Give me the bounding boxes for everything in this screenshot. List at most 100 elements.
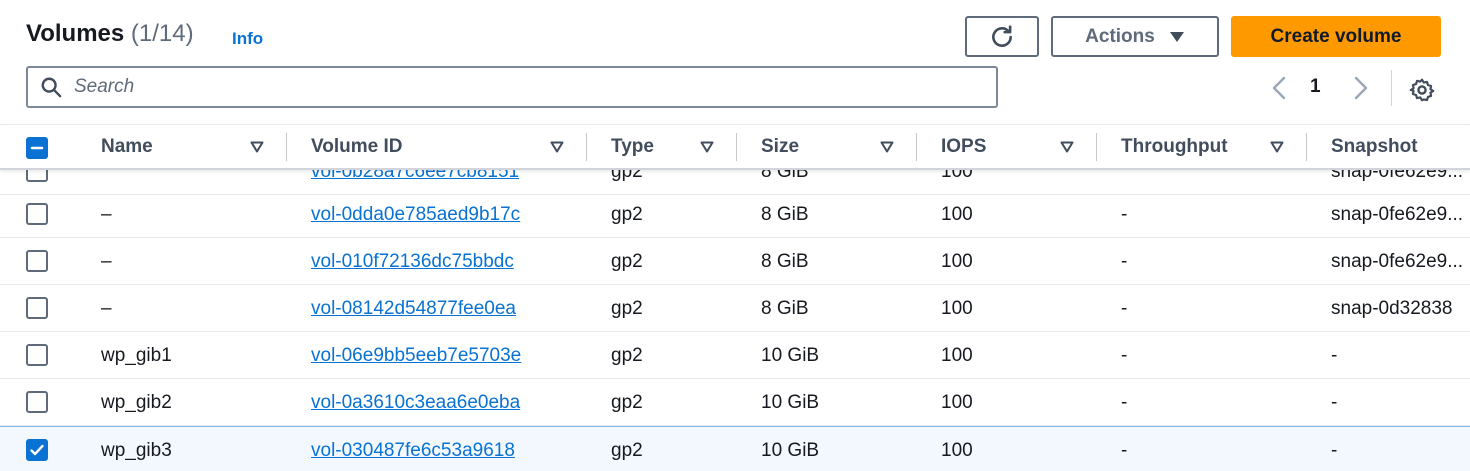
name-cell: wp_gib3 — [101, 439, 172, 461]
column-header-volume-id[interactable]: Volume ID — [311, 125, 403, 169]
search-input[interactable] — [74, 76, 954, 98]
column-header-name[interactable]: Name — [101, 125, 153, 169]
refresh-icon — [992, 24, 1012, 47]
refresh-button[interactable] — [965, 16, 1039, 57]
info-link[interactable]: Info — [232, 29, 263, 49]
size-cell: 10 GiB — [761, 344, 820, 366]
actions-dropdown-button[interactable]: Actions — [1051, 16, 1219, 57]
column-divider[interactable] — [736, 133, 737, 161]
caret-down-icon — [1169, 31, 1184, 42]
column-divider[interactable] — [1306, 133, 1307, 161]
search-box — [26, 66, 998, 108]
checkmark-icon — [30, 444, 44, 456]
row-checkbox[interactable] — [26, 203, 48, 225]
volume-id-cell[interactable]: vol-06e9bb5eeb7e5703e — [311, 332, 521, 379]
size-cell: 8 GiB — [761, 250, 809, 272]
table-row[interactable]: – vol-0dda0e785aed9b17c gp2 8 GiB 100 - … — [0, 191, 1470, 238]
previous-page-button[interactable] — [1268, 74, 1290, 102]
snapshot-cell: - — [1331, 344, 1338, 366]
table-row[interactable]: wp_gib1 vol-06e9bb5eeb7e5703e gp2 10 GiB… — [0, 332, 1470, 379]
iops-cell: 100 — [941, 250, 973, 272]
snapshot-cell: snap-0fe62e9... — [1331, 250, 1464, 272]
volume-id-link[interactable]: vol-0a3610c3eaa6e0eba — [311, 392, 520, 414]
select-all-checkbox[interactable] — [26, 137, 48, 159]
type-cell: gp2 — [611, 203, 643, 225]
column-header-throughput[interactable]: Throughput — [1121, 125, 1228, 169]
create-volume-label: Create volume — [1270, 25, 1402, 47]
indeterminate-icon — [30, 146, 44, 150]
column-header-iops[interactable]: IOPS — [941, 125, 986, 169]
throughput-cell: - — [1121, 439, 1128, 461]
name-cell: – — [101, 297, 112, 319]
throughput-cell: - — [1121, 391, 1128, 413]
name-cell: wp_gib2 — [101, 391, 172, 413]
size-cell: 10 GiB — [761, 391, 820, 413]
sort-size-icon[interactable] — [878, 138, 896, 156]
volume-id-cell[interactable]: vol-0dda0e785aed9b17c — [311, 191, 520, 238]
throughput-cell: - — [1121, 297, 1128, 319]
column-divider[interactable] — [586, 133, 587, 161]
chevron-right-icon — [1354, 76, 1368, 100]
iops-cell: 100 — [941, 391, 973, 413]
row-checkbox-checked[interactable] — [26, 439, 48, 461]
page-number[interactable]: 1 — [1310, 76, 1321, 98]
iops-cell: 100 — [941, 439, 973, 461]
name-cell: wp_gib1 — [101, 344, 172, 366]
actions-label: Actions — [1085, 25, 1155, 47]
volume-id-link[interactable]: vol-010f72136dc75bbdc — [311, 251, 514, 273]
throughput-cell: - — [1121, 344, 1128, 366]
type-cell: gp2 — [611, 297, 643, 319]
type-cell: gp2 — [611, 344, 643, 366]
volume-id-link[interactable]: vol-08142d54877fee0ea — [311, 298, 516, 320]
sort-volume-id-icon[interactable] — [548, 138, 566, 156]
volume-id-link[interactable]: vol-030487fe6c53a9618 — [311, 440, 515, 462]
selection-count: (1/14) — [130, 20, 194, 47]
page-title-text: Volumes — [26, 20, 125, 47]
iops-cell: 100 — [941, 203, 973, 225]
chevron-left-icon — [1272, 76, 1286, 100]
table-body: vol-0b28a7c6ee7cb8151 gp2 8 GiB 100 snap… — [0, 124, 1470, 471]
row-checkbox[interactable] — [26, 250, 48, 272]
iops-cell: 100 — [941, 344, 973, 366]
volume-id-link[interactable]: vol-06e9bb5eeb7e5703e — [311, 345, 521, 367]
volume-id-cell[interactable]: vol-030487fe6c53a9618 — [311, 427, 515, 471]
row-checkbox[interactable] — [26, 297, 48, 319]
table-row[interactable]: – vol-010f72136dc75bbdc gp2 8 GiB 100 - … — [0, 238, 1470, 285]
page-title: Volumes (1/14) — [26, 20, 194, 48]
column-header-snapshot[interactable]: Snapshot — [1331, 125, 1418, 169]
snapshot-cell: - — [1331, 391, 1338, 413]
size-cell: 8 GiB — [761, 297, 809, 319]
size-cell: 8 GiB — [761, 203, 809, 225]
column-header-type[interactable]: Type — [611, 125, 654, 169]
name-cell: – — [101, 250, 112, 272]
volume-id-cell[interactable]: vol-08142d54877fee0ea — [311, 285, 516, 332]
sort-name-icon[interactable] — [248, 138, 266, 156]
size-cell: 10 GiB — [761, 439, 820, 461]
row-checkbox[interactable] — [26, 391, 48, 413]
sort-throughput-icon[interactable] — [1268, 138, 1286, 156]
snapshot-cell: snap-0fe62e9... — [1331, 203, 1464, 225]
column-divider[interactable] — [916, 133, 917, 161]
create-volume-button[interactable]: Create volume — [1231, 16, 1441, 57]
column-divider[interactable] — [1096, 133, 1097, 161]
column-divider[interactable] — [286, 133, 287, 161]
sort-iops-icon[interactable] — [1058, 138, 1076, 156]
row-checkbox[interactable] — [26, 344, 48, 366]
volume-id-cell[interactable]: vol-010f72136dc75bbdc — [311, 238, 514, 285]
volume-id-cell[interactable]: vol-0a3610c3eaa6e0eba — [311, 379, 520, 426]
type-cell: gp2 — [611, 391, 643, 413]
table-row-selected[interactable]: wp_gib3 vol-030487fe6c53a9618 gp2 10 GiB… — [0, 426, 1470, 471]
table-row[interactable]: – vol-08142d54877fee0ea gp2 8 GiB 100 - … — [0, 285, 1470, 332]
pager-divider — [1391, 70, 1392, 106]
page-header: Volumes (1/14) Info Actions Create volum… — [0, 0, 1470, 124]
throughput-cell: - — [1121, 250, 1128, 272]
snapshot-cell: - — [1331, 439, 1338, 461]
throughput-cell: - — [1121, 203, 1128, 225]
table-row[interactable]: wp_gib2 vol-0a3610c3eaa6e0eba gp2 10 GiB… — [0, 379, 1470, 426]
preferences-button[interactable] — [1408, 76, 1436, 104]
type-cell: gp2 — [611, 250, 643, 272]
next-page-button[interactable] — [1350, 74, 1372, 102]
column-header-size[interactable]: Size — [761, 125, 799, 169]
volume-id-link[interactable]: vol-0dda0e785aed9b17c — [311, 204, 520, 226]
sort-type-icon[interactable] — [698, 138, 716, 156]
